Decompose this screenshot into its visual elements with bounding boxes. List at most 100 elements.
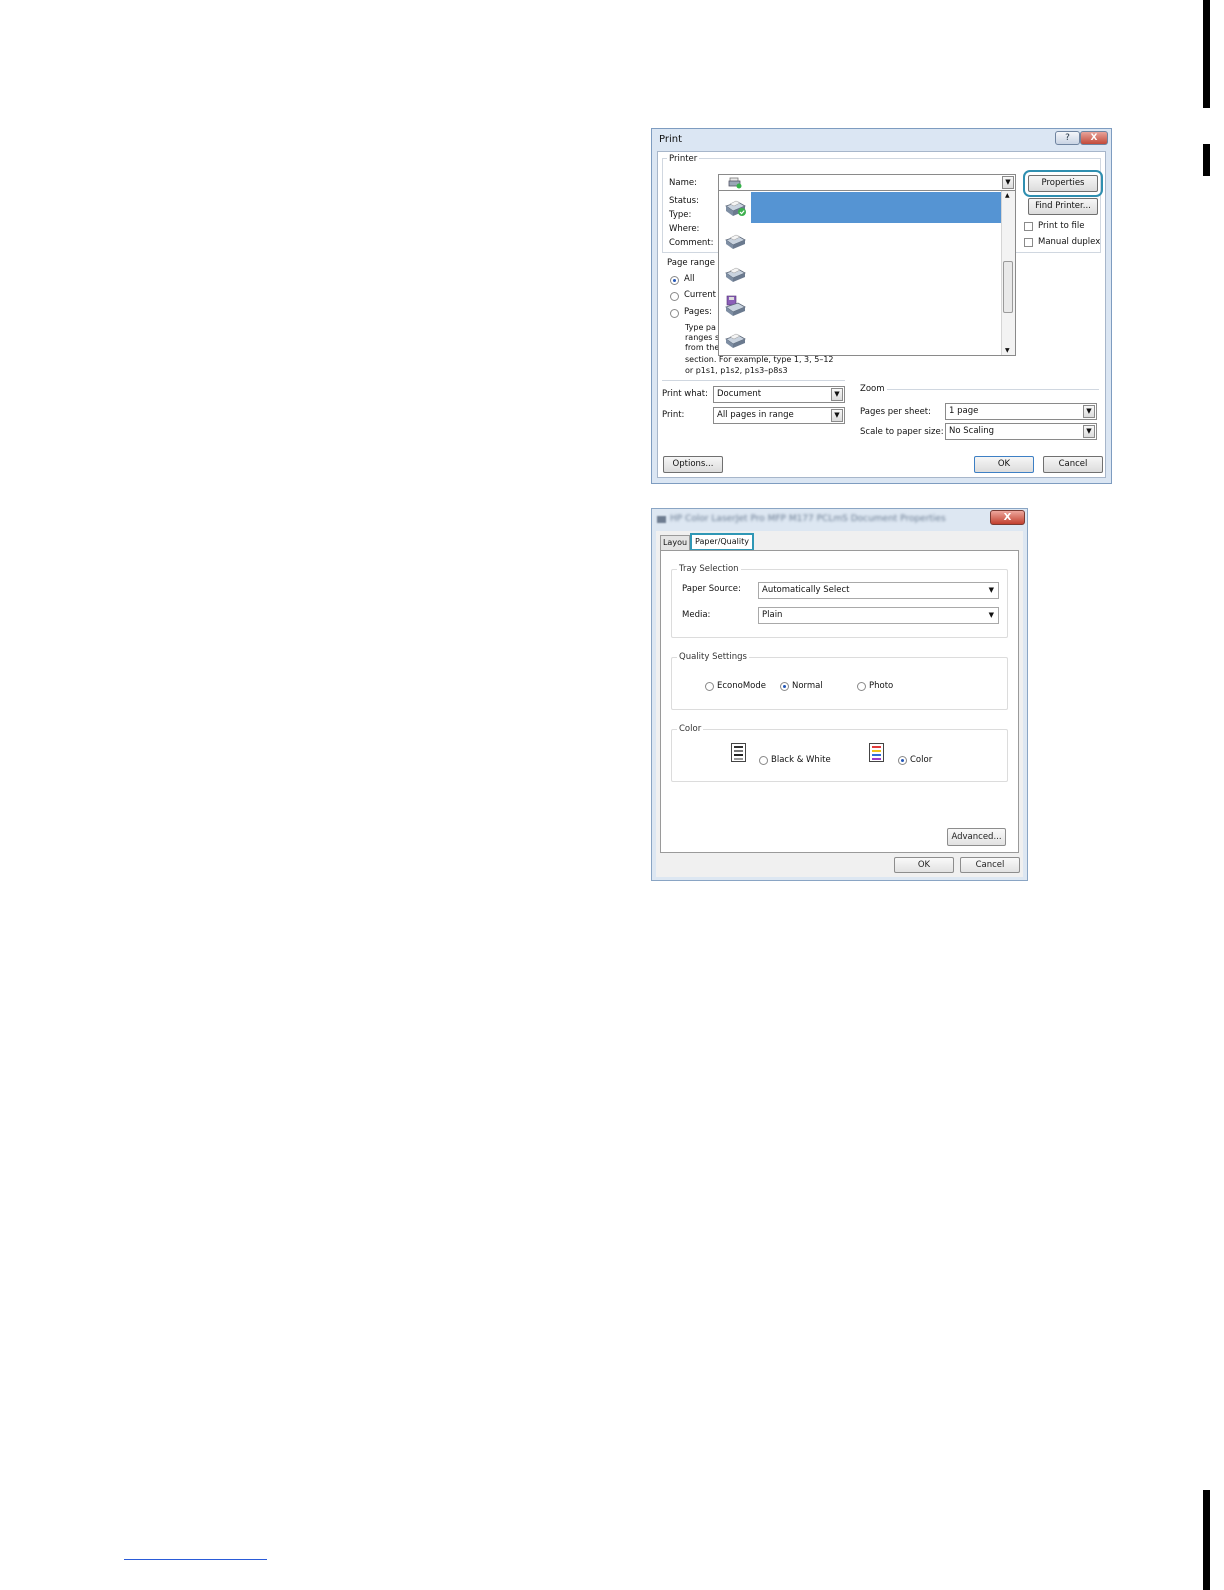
chevron-down-icon[interactable]: ▼ xyxy=(1083,425,1095,438)
scroll-down-icon[interactable]: ▼ xyxy=(1005,347,1010,354)
tray-selection-legend: Tray Selection xyxy=(677,564,741,574)
color-radio[interactable] xyxy=(898,756,907,765)
black-white-radio[interactable] xyxy=(759,756,768,765)
current-page-radio[interactable] xyxy=(670,292,679,301)
advanced-button[interactable]: Advanced... xyxy=(947,828,1006,846)
quality-settings-legend: Quality Settings xyxy=(677,652,749,662)
photo-radio[interactable] xyxy=(857,682,866,691)
photo-label: Photo xyxy=(869,681,894,691)
paper-source-value: Automatically Select xyxy=(762,585,850,595)
tab-paper-quality[interactable]: Paper/Quality xyxy=(690,533,754,551)
printer-name-combo[interactable]: ▼ xyxy=(718,174,1016,191)
printer-group-legend: Printer xyxy=(667,154,700,164)
chevron-down-icon[interactable]: ▼ xyxy=(989,608,994,623)
chevron-down-icon[interactable]: ▼ xyxy=(831,409,843,422)
printer-list-item[interactable] xyxy=(719,257,1003,290)
printer-list-item[interactable] xyxy=(719,224,1003,257)
footer-rule xyxy=(124,1559,267,1560)
black-white-icon xyxy=(731,743,746,762)
pages-per-sheet-combo[interactable]: 1 page ▼ xyxy=(945,403,1097,420)
manual-duplex-label: Manual duplex xyxy=(1038,237,1101,247)
print-to-file-checkbox[interactable] xyxy=(1024,222,1033,231)
selected-item-highlight xyxy=(751,192,1001,223)
paper-source-combo[interactable]: Automatically Select ▼ xyxy=(758,582,999,599)
help-button[interactable]: ? xyxy=(1055,131,1080,145)
printer-list-item[interactable] xyxy=(719,290,1003,323)
close-button[interactable]: X xyxy=(990,510,1025,525)
printer-list-item[interactable] xyxy=(719,191,1003,224)
close-button[interactable]: X xyxy=(1080,131,1108,145)
page-range-hint: Type pa xyxy=(685,323,716,332)
media-value: Plain xyxy=(762,610,783,620)
find-printer-button[interactable]: Find Printer... xyxy=(1028,198,1098,215)
chevron-down-icon[interactable]: ▼ xyxy=(1002,176,1014,189)
tray-selection-group: Tray Selection Paper Source: Automatical… xyxy=(671,564,1008,638)
print-value: All pages in range xyxy=(717,410,794,420)
printer-icon xyxy=(725,267,746,282)
all-pages-radio[interactable] xyxy=(670,276,679,285)
ok-button[interactable]: OK xyxy=(894,857,954,873)
scroll-thumb[interactable] xyxy=(1003,261,1013,313)
economode-label: EconoMode xyxy=(717,681,766,691)
cancel-button[interactable]: Cancel xyxy=(1043,456,1103,473)
properties-dialog-title: HP Color LaserJet Pro MFP M177 PCLmS Doc… xyxy=(670,514,946,524)
media-combo[interactable]: Plain ▼ xyxy=(758,607,999,624)
page-range-hint: or p1s1, p1s2, p1s3–p8s3 xyxy=(685,366,788,375)
color-group: Color Black & White Color xyxy=(671,724,1008,782)
printer-icon xyxy=(725,333,746,348)
paper-quality-panel: Tray Selection Paper Source: Automatical… xyxy=(660,550,1019,853)
color-legend: Color xyxy=(677,724,704,734)
type-label: Type: xyxy=(669,210,692,220)
print-to-file-label: Print to file xyxy=(1038,221,1085,231)
print-what-value: Document xyxy=(717,389,762,399)
divider xyxy=(880,389,1099,390)
current-page-label: Current xyxy=(684,290,716,300)
page-edge-mark xyxy=(1203,144,1210,176)
printer-list-item[interactable] xyxy=(719,323,1003,356)
scroll-up-icon[interactable]: ▲ xyxy=(1005,192,1010,199)
all-pages-label: All xyxy=(684,274,695,284)
pages-radio[interactable] xyxy=(670,309,679,318)
page-range-hint: from the xyxy=(685,343,720,352)
properties-button[interactable]: Properties xyxy=(1023,170,1103,197)
media-label: Media: xyxy=(682,610,711,620)
printer-default-icon xyxy=(725,200,746,216)
print-combo[interactable]: All pages in range ▼ xyxy=(713,407,845,424)
scale-label: Scale to paper size: xyxy=(860,427,944,437)
tab-layout[interactable]: Layou xyxy=(660,535,690,550)
printer-small-icon xyxy=(728,177,742,189)
chevron-down-icon[interactable]: ▼ xyxy=(1083,405,1095,418)
print-dialog-title: Print xyxy=(659,134,683,145)
quality-settings-group: Quality Settings EconoMode Normal Photo xyxy=(671,652,1008,710)
print-what-combo[interactable]: Document ▼ xyxy=(713,386,845,403)
name-label: Name: xyxy=(669,178,697,188)
cancel-button[interactable]: Cancel xyxy=(960,857,1020,873)
zoom-legend: Zoom xyxy=(858,384,887,394)
print-dialog: Print ? X Printer Name: Status: Type: Wh… xyxy=(651,128,1112,484)
pages-label: Pages: xyxy=(684,307,712,317)
page-range-hint: ranges s xyxy=(685,333,720,342)
printer-dropdown-list[interactable]: ▲ ▼ xyxy=(718,190,1016,356)
scale-combo[interactable]: No Scaling ▼ xyxy=(945,423,1097,440)
page-range-legend: Page range xyxy=(667,258,715,268)
chevron-down-icon[interactable]: ▼ xyxy=(831,388,843,401)
scale-value: No Scaling xyxy=(949,426,995,436)
chevron-down-icon[interactable]: ▼ xyxy=(989,583,994,598)
economode-radio[interactable] xyxy=(705,682,714,691)
dropdown-scrollbar[interactable]: ▲ ▼ xyxy=(1001,191,1015,355)
ok-button[interactable]: OK xyxy=(974,456,1034,473)
print-what-label: Print what: xyxy=(662,389,708,399)
options-button[interactable]: Options... xyxy=(663,456,723,473)
document-properties-dialog: HP Color LaserJet Pro MFP M177 PCLmS Doc… xyxy=(651,508,1028,881)
comment-label: Comment: xyxy=(669,238,714,248)
pages-per-sheet-value: 1 page xyxy=(949,406,979,416)
manual-duplex-checkbox[interactable] xyxy=(1024,238,1033,247)
normal-radio[interactable] xyxy=(780,682,789,691)
paper-source-label: Paper Source: xyxy=(682,584,741,594)
page-range-hint: section. For example, type 1, 3, 5–12 xyxy=(685,355,834,364)
status-label: Status: xyxy=(669,196,699,206)
page-edge-mark xyxy=(1203,1490,1210,1590)
printer-icon xyxy=(725,234,746,249)
pages-per-sheet-label: Pages per sheet: xyxy=(860,407,932,417)
print-dialog-body: Printer Name: Status: Type: Where: Comme… xyxy=(657,151,1106,478)
